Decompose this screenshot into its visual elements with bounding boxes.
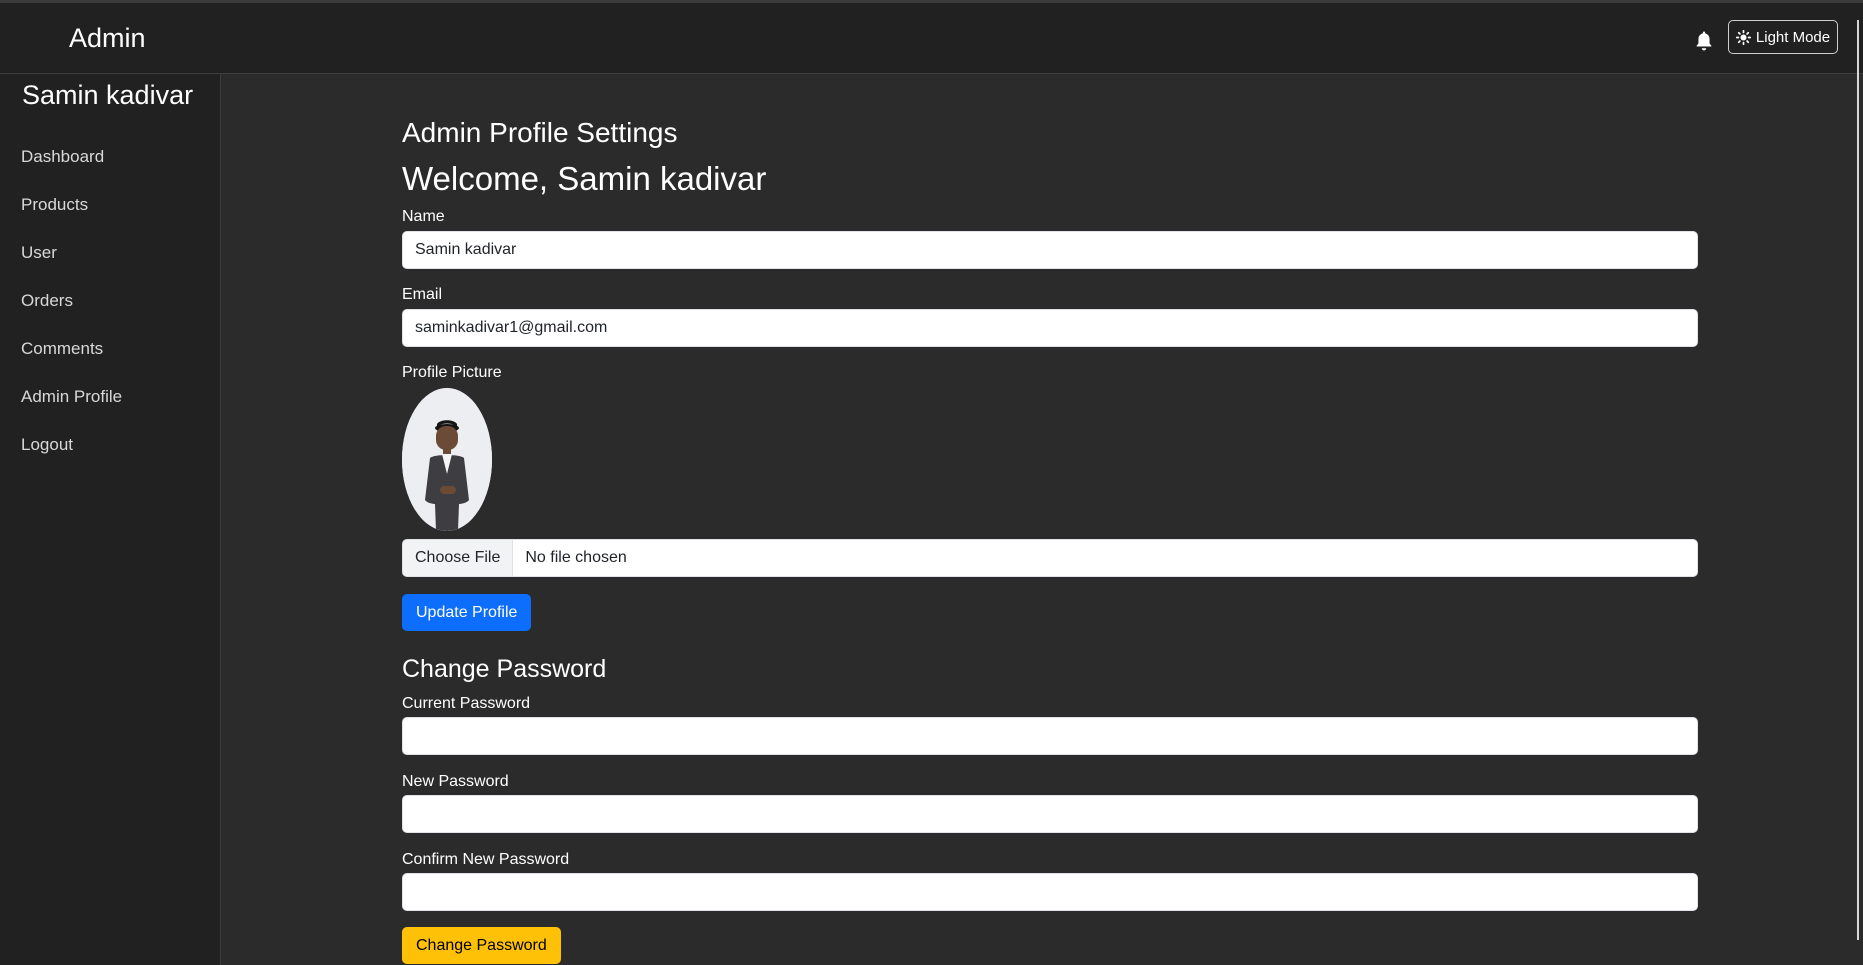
choose-file-button[interactable]: Choose File [403,540,514,576]
sidebar-item-logout[interactable]: Logout [21,435,122,483]
sidebar-item-user[interactable]: User [21,243,122,291]
sidebar-nav: Dashboard Products User Orders Comments … [21,147,122,483]
bell-icon[interactable] [1695,31,1713,51]
change-password-button[interactable]: Change Password [402,927,561,964]
sidebar-item-admin-profile[interactable]: Admin Profile [21,387,122,435]
confirm-password-input[interactable] [402,873,1698,911]
sun-icon [1735,29,1751,45]
light-mode-label: Light Mode [1755,28,1831,46]
email-input[interactable] [402,309,1698,347]
profile-picture-file-input[interactable]: Choose File No file chosen [402,539,1698,577]
page-title: Admin Profile Settings [402,117,678,148]
current-password-input[interactable] [402,717,1698,755]
sidebar-user-name: Samin kadivar [22,80,194,110]
sidebar-item-products[interactable]: Products [21,195,122,243]
sidebar-item-dashboard[interactable]: Dashboard [21,147,122,195]
email-label: Email [402,286,443,303]
profile-picture [402,388,492,531]
sidebar-item-comments[interactable]: Comments [21,339,122,387]
name-label: Name [402,208,445,225]
sidebar-item-orders[interactable]: Orders [21,291,122,339]
top-navbar: Admin Light Mode [0,0,1863,74]
scrollbar[interactable] [1857,20,1859,940]
light-mode-toggle-button[interactable]: Light Mode [1728,20,1838,54]
person-photo-icon [402,388,492,531]
name-input[interactable] [402,231,1698,269]
change-password-heading: Change Password [402,655,607,683]
profile-picture-label: Profile Picture [402,364,502,381]
welcome-heading: Welcome, Samin kadivar [402,160,767,197]
new-password-label: New Password [402,773,509,790]
new-password-input[interactable] [402,795,1698,833]
confirm-password-label: Confirm New Password [402,851,570,868]
current-password-label: Current Password [402,695,531,712]
file-status-text: No file chosen [525,549,627,566]
sidebar: Samin kadivar Dashboard Products User Or… [0,74,221,965]
brand-title[interactable]: Admin [69,23,146,54]
update-profile-button[interactable]: Update Profile [402,594,532,631]
